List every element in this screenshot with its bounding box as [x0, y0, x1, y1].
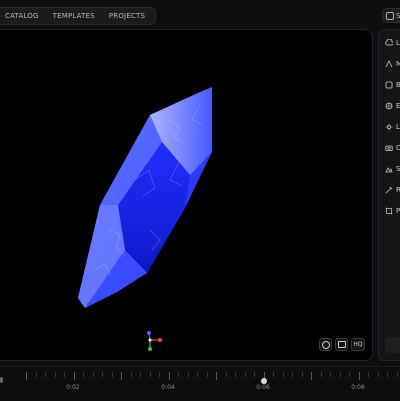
sidebar-item-render[interactable]: R — [384, 184, 400, 196]
sidebar-item-label: E — [396, 102, 400, 110]
timeline-tick — [83, 372, 84, 377]
share-button[interactable]: S — [382, 8, 400, 23]
sidebar-item-upload[interactable]: Li — [384, 37, 400, 49]
timeline-tick — [387, 372, 388, 377]
sidebar-item-label: B — [396, 81, 400, 89]
share-button-label: S — [396, 11, 400, 20]
nav-tabs: CATALOG TEMPLATES PROJECTS — [0, 7, 157, 25]
sidebar-item-camera[interactable]: C — [384, 142, 400, 154]
sidebar-item-material[interactable]: M — [384, 58, 400, 70]
timeline-tick — [26, 372, 27, 380]
layers-button[interactable] — [319, 338, 332, 351]
timeline-tick — [225, 372, 227, 377]
axis-gizmo[interactable] — [147, 331, 162, 351]
timeline-tick — [282, 372, 284, 377]
timeline-tick — [35, 372, 37, 377]
share-icon — [386, 11, 394, 20]
sidebar-item-background[interactable]: B — [384, 79, 400, 91]
layers-icon — [321, 340, 330, 349]
render-icon — [384, 186, 393, 195]
timeline-tick — [320, 372, 322, 377]
post-processing-icon — [384, 207, 393, 216]
environment-icon — [384, 102, 393, 111]
sidebar-item-light[interactable]: Li — [384, 121, 400, 133]
timeline-tick — [206, 372, 208, 377]
timeline-tick — [368, 372, 369, 377]
timeline-tick — [178, 372, 179, 377]
tab-catalog[interactable]: CATALOG — [1, 10, 43, 22]
crystal-model — [78, 87, 212, 351]
camera-icon — [384, 144, 393, 153]
timeline-tick — [311, 372, 312, 380]
timeline-tick — [216, 372, 217, 380]
tab-projects[interactable]: PROJECTS — [105, 10, 149, 22]
material-icon — [384, 60, 393, 69]
timeline-tick — [235, 372, 236, 377]
timeline-tick — [301, 372, 303, 377]
upload-icon — [384, 39, 393, 48]
timeline-tick — [140, 372, 141, 377]
timeline-tick — [130, 372, 132, 377]
timeline-tick — [159, 372, 160, 377]
timeline-tick — [292, 372, 293, 377]
timeline-label: 0:02 — [66, 384, 80, 391]
timeline-tick — [168, 372, 170, 380]
sidebar-item-environment[interactable]: E — [384, 100, 400, 112]
export-button[interactable] — [385, 337, 400, 353]
timeline-tick — [349, 372, 350, 377]
timeline-label: 0:08 — [351, 384, 365, 391]
timeline-tick — [45, 372, 46, 377]
timeline-tick — [197, 372, 198, 377]
timeline-tick — [92, 372, 94, 377]
timeline-label: 0:06 — [256, 384, 270, 391]
timeline-tick — [396, 372, 398, 377]
timeline-tick — [64, 372, 65, 377]
timeline-playhead[interactable] — [261, 378, 267, 384]
sidebar-item-post-processing[interactable]: P — [384, 205, 400, 217]
sidebar-item-label: Li — [396, 123, 400, 131]
sidebar-item-label: R — [396, 186, 400, 194]
timeline-tick — [358, 372, 360, 380]
hq-toggle-button[interactable]: HQ — [351, 338, 365, 351]
timeline-tick — [54, 372, 56, 377]
scene-icon — [384, 165, 393, 174]
hq-label: HQ — [353, 341, 363, 348]
timeline-tick — [102, 372, 103, 377]
sidebar-item-label: S — [396, 165, 400, 173]
sidebar-item-scene[interactable]: S — [384, 163, 400, 175]
background-icon — [384, 81, 393, 90]
properties-sidebar: Li M B E Li C S — [378, 29, 400, 361]
timeline-tick — [244, 372, 246, 377]
frame-button[interactable] — [335, 338, 348, 351]
tab-templates[interactable]: TEMPLATES — [49, 10, 99, 22]
top-bar: CATALOG TEMPLATES PROJECTS S — [0, 0, 400, 28]
timeline-tick — [149, 372, 151, 377]
timeline-tick — [73, 372, 75, 380]
timeline-tick — [330, 372, 331, 377]
sidebar-item-label: Li — [396, 39, 400, 47]
timeline-tick — [377, 372, 379, 377]
timeline-tick — [121, 372, 122, 380]
3d-viewport[interactable]: HQ — [0, 29, 373, 361]
timeline-tick — [187, 372, 189, 377]
sidebar-item-label: P — [396, 207, 400, 215]
timeline-tick — [273, 372, 274, 377]
light-icon — [384, 123, 393, 132]
timeline-tick — [254, 372, 255, 377]
sidebar-item-label: M — [396, 60, 400, 68]
timeline-start-handle[interactable] — [0, 377, 3, 383]
frame-icon — [337, 341, 346, 348]
sidebar-item-label: C — [396, 144, 400, 152]
timeline-tick — [111, 372, 113, 377]
timeline[interactable]: 0:02 0:04 0:06 0:08 — [0, 366, 400, 401]
timeline-label: 0:04 — [161, 384, 175, 391]
timeline-tick — [339, 372, 341, 377]
